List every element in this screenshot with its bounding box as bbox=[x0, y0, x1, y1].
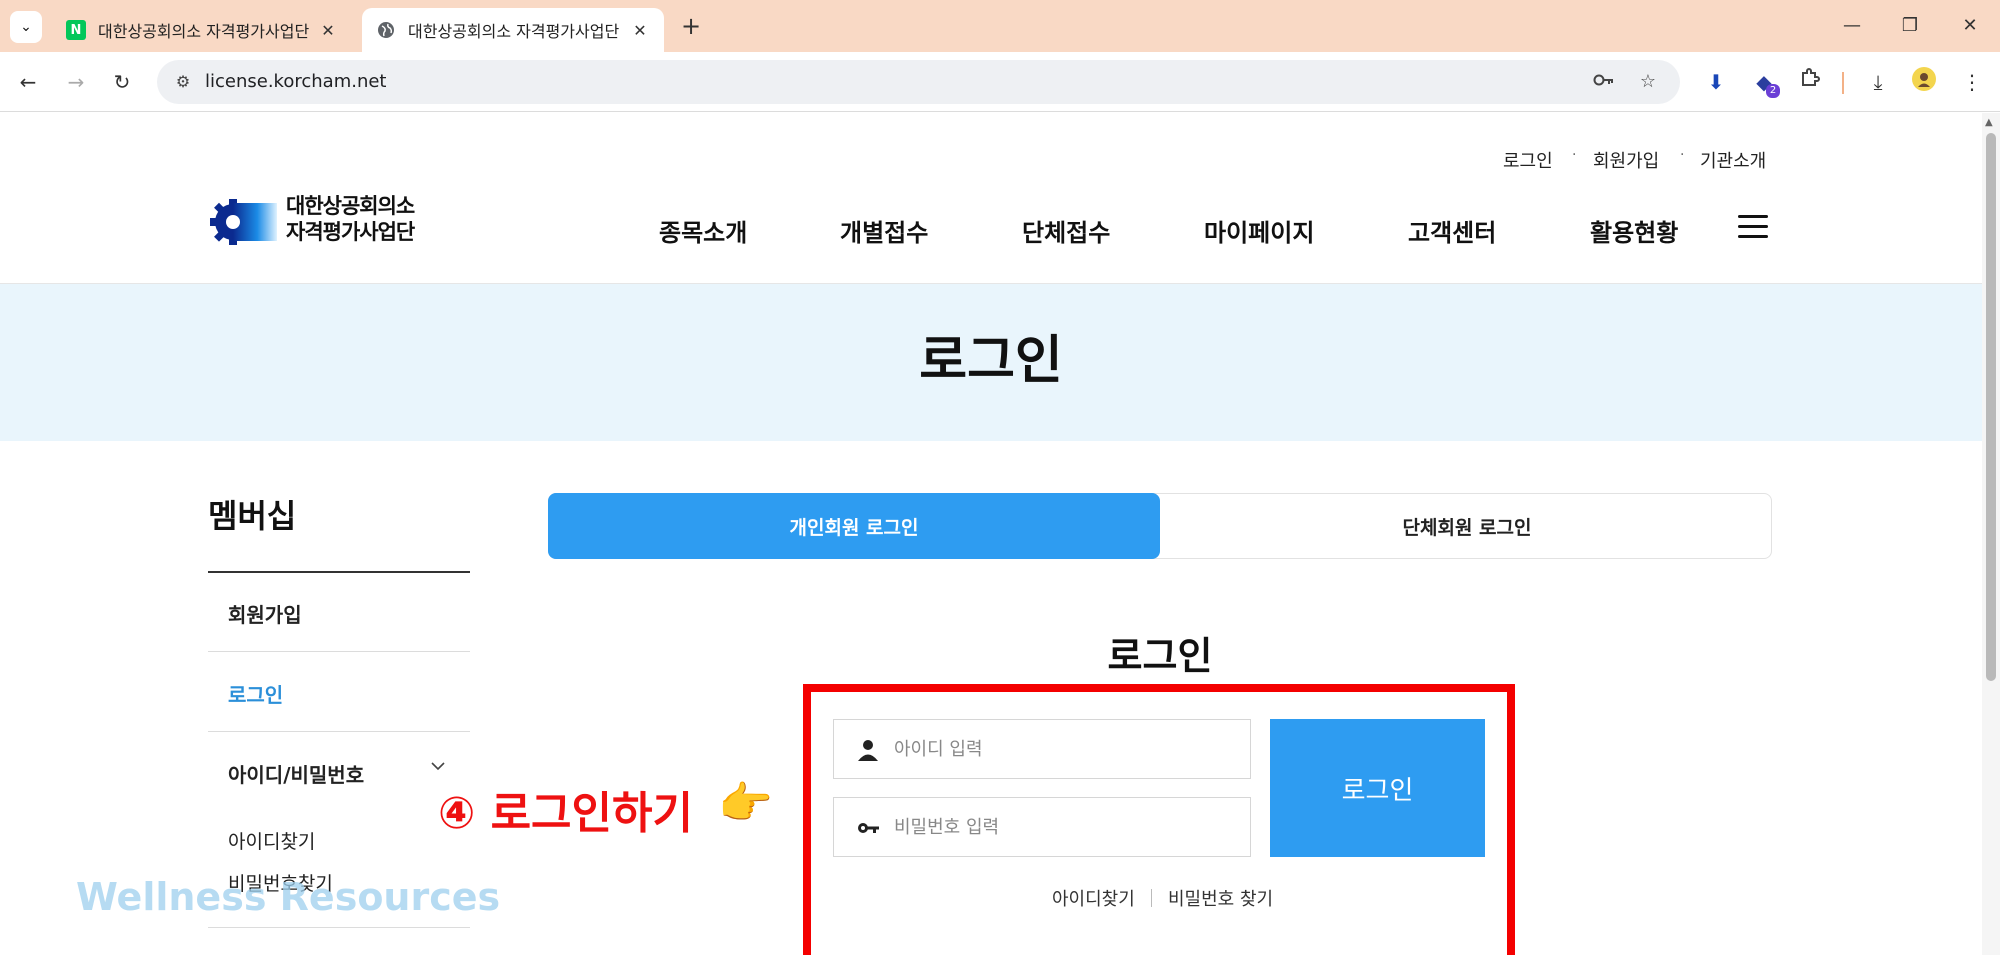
util-signup-link[interactable]: 회원가입 bbox=[1593, 147, 1659, 173]
pointing-hand-icon: 👉 bbox=[718, 778, 773, 829]
page-hero: 로그인 bbox=[0, 284, 1982, 441]
tab-search-button[interactable]: ⌄ bbox=[10, 11, 42, 43]
menu-dots-icon[interactable]: ⋮ bbox=[1956, 66, 1988, 98]
reload-icon: ↻ bbox=[113, 70, 131, 94]
login-button[interactable]: 로그인 bbox=[1270, 719, 1485, 857]
id-field[interactable] bbox=[833, 719, 1251, 779]
key-icon bbox=[858, 823, 879, 833]
star-icon[interactable]: ☆ bbox=[1635, 70, 1661, 94]
globe-icon bbox=[376, 20, 396, 40]
new-tab-button[interactable]: + bbox=[676, 12, 706, 42]
nav-item-mypage[interactable]: 마이페이지 bbox=[1204, 213, 1314, 248]
logo-line2: 자격평가사업단 bbox=[286, 220, 415, 244]
page-title: 로그인 bbox=[919, 331, 1063, 391]
scroll-up-icon[interactable]: ▲ bbox=[1985, 117, 1993, 128]
pw-input[interactable] bbox=[894, 810, 1234, 844]
login-heading: 로그인 bbox=[1107, 634, 1213, 678]
close-window-button[interactable]: ✕ bbox=[1950, 10, 1990, 42]
reload-button[interactable]: ↻ bbox=[106, 66, 138, 98]
find-pw-link[interactable]: 비밀번호 찾기 bbox=[1168, 885, 1273, 911]
sidebar-item-signup[interactable]: 회원가입 bbox=[228, 599, 302, 628]
site-info-icon[interactable]: ⚙ bbox=[171, 70, 195, 94]
naver-n-icon: N bbox=[66, 20, 86, 40]
url-text[interactable]: license.korcham.net bbox=[205, 71, 387, 92]
web-page: 로그인 · 회원가입 · 기관소개 대한상공회의소 자격평가사업단 종목소개 개… bbox=[0, 113, 1982, 955]
key-icon[interactable] bbox=[1591, 70, 1617, 94]
util-login-link[interactable]: 로그인 bbox=[1503, 147, 1553, 173]
address-bar[interactable]: ⚙ license.korcham.net ☆ bbox=[157, 60, 1680, 104]
browser-tab-2[interactable]: 대한상공회의소 자격평가사업단 ✕ bbox=[362, 8, 664, 52]
download-extension-icon[interactable]: ⬇ bbox=[1700, 66, 1732, 98]
arrow-left-icon: ← bbox=[19, 70, 37, 94]
hamburger-menu-icon[interactable] bbox=[1738, 215, 1768, 239]
sidebar-item-find-account[interactable]: 아이디/비밀번호 bbox=[228, 759, 364, 788]
browser-toolbar: ← → ↻ ⚙ license.korcham.net ☆ ⬇ ◆ 2 ⤓ ⋮ bbox=[0, 52, 2000, 112]
id-input[interactable] bbox=[894, 732, 1234, 766]
page-scrollbar[interactable]: ▲ bbox=[1982, 113, 2000, 955]
site-logo[interactable]: 대한상공회의소 자격평가사업단 bbox=[208, 193, 448, 249]
user-icon bbox=[858, 740, 878, 761]
restore-button[interactable]: ❐ bbox=[1890, 10, 1930, 42]
chevron-down-icon: ⌄ bbox=[20, 19, 32, 35]
puzzle-icon[interactable] bbox=[1794, 66, 1826, 98]
logo-line1: 대한상공회의소 bbox=[286, 194, 415, 218]
browser-tab-1[interactable]: N 대한상공회의소 자격평가사업단 ✕ bbox=[52, 8, 352, 52]
sidebar-subitem-find-id[interactable]: 아이디찾기 bbox=[228, 827, 315, 854]
util-about-link[interactable]: 기관소개 bbox=[1700, 147, 1766, 173]
watermark: Wellness Resources bbox=[76, 875, 501, 919]
nav-item-individual[interactable]: 개별접수 bbox=[840, 213, 928, 248]
nav-item-group[interactable]: 단체접수 bbox=[1022, 213, 1110, 248]
sidebar-title: 멤버십 bbox=[208, 497, 297, 535]
forward-button[interactable]: → bbox=[60, 66, 92, 98]
browser-tab-bar: ⌄ N 대한상공회의소 자격평가사업단 ✕ 대한상공회의소 자격평가사업단 ✕ … bbox=[0, 0, 2000, 52]
avatar[interactable] bbox=[1908, 66, 1940, 98]
step-callout: ④ 로그인하기 bbox=[438, 788, 693, 839]
pw-field[interactable] bbox=[833, 797, 1251, 857]
chevron-down-icon[interactable] bbox=[430, 758, 446, 774]
close-tab-icon[interactable]: ✕ bbox=[318, 21, 338, 40]
sidebar-item-login[interactable]: 로그인 bbox=[228, 679, 283, 708]
back-button[interactable]: ← bbox=[12, 66, 44, 98]
arrow-right-icon: → bbox=[67, 70, 85, 94]
extension-icon[interactable]: ◆ 2 bbox=[1748, 66, 1780, 98]
nav-item-stats[interactable]: 활용현황 bbox=[1590, 213, 1678, 248]
tab-title: 대한상공회의소 자격평가사업단 bbox=[98, 22, 310, 41]
nav-item-support[interactable]: 고객센터 bbox=[1408, 213, 1496, 248]
close-tab-icon[interactable]: ✕ bbox=[630, 21, 650, 40]
find-id-link[interactable]: 아이디찾기 bbox=[1052, 885, 1135, 911]
gear-icon bbox=[210, 199, 277, 245]
minimize-button[interactable]: — bbox=[1832, 10, 1872, 42]
nav-item-products[interactable]: 종목소개 bbox=[659, 213, 747, 248]
tab-group-login[interactable]: 단체회원 로그인 bbox=[1161, 493, 1773, 559]
scroll-thumb[interactable] bbox=[1986, 133, 1996, 681]
tab-title: 대한상공회의소 자격평가사업단 bbox=[408, 22, 620, 41]
tab-personal-login[interactable]: 개인회원 로그인 bbox=[548, 493, 1160, 559]
downloads-icon[interactable]: ⤓ bbox=[1862, 66, 1894, 98]
login-type-tabs: 개인회원 로그인 단체회원 로그인 bbox=[548, 493, 1772, 559]
